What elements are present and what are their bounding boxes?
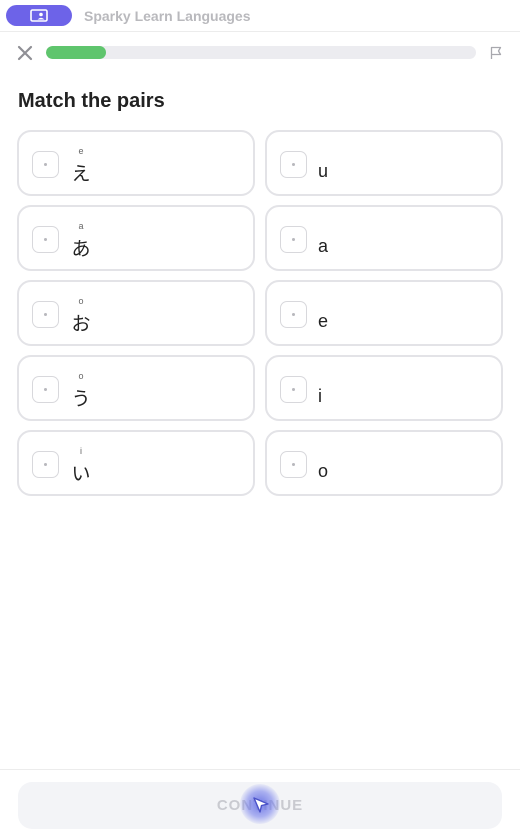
select-box <box>32 151 59 178</box>
select-box <box>280 376 307 403</box>
dot-icon <box>292 388 295 391</box>
dot-icon <box>292 238 295 241</box>
mouse-cursor <box>240 784 280 824</box>
dot-icon <box>292 313 295 316</box>
pairs-grid: e え u a あ a o お e o う i i い o <box>17 130 503 496</box>
dot-icon <box>292 463 295 466</box>
cursor-icon <box>253 797 269 813</box>
kana-label: え <box>71 163 91 185</box>
app-title: Sparky Learn Languages <box>84 7 251 24</box>
select-box <box>280 301 307 328</box>
romaji-card-e[interactable]: e <box>265 280 503 346</box>
select-box <box>280 151 307 178</box>
kana-label: う <box>71 388 91 410</box>
progress-fill <box>46 46 107 59</box>
close-button[interactable] <box>14 42 36 64</box>
select-box <box>32 301 59 328</box>
romaji-label: e <box>318 311 329 331</box>
romaji-label: o <box>318 461 329 481</box>
select-box <box>32 451 59 478</box>
romaji-card-a[interactable]: a <box>265 205 503 271</box>
kana-card-a[interactable]: a あ <box>17 205 255 271</box>
dot-icon <box>292 163 295 166</box>
select-box <box>280 226 307 253</box>
kana-label: い <box>71 463 91 485</box>
romaji-hint: o <box>78 371 84 381</box>
kana-card-e[interactable]: e え <box>17 130 255 196</box>
app-window-icon <box>30 9 48 22</box>
romaji-hint: o <box>78 296 84 306</box>
report-button[interactable] <box>486 43 506 63</box>
select-box <box>32 376 59 403</box>
close-icon <box>17 45 33 61</box>
progress-bar <box>46 46 476 59</box>
kana-card-o[interactable]: o お <box>17 280 255 346</box>
flag-icon <box>490 46 502 59</box>
romaji-card-u[interactable]: u <box>265 130 503 196</box>
kana-card-i[interactable]: i い <box>17 430 255 496</box>
kana-label: あ <box>71 238 91 260</box>
romaji-hint: i <box>80 446 82 456</box>
dot-icon <box>44 238 47 241</box>
title-bar: Sparky Learn Languages <box>0 0 520 32</box>
romaji-label: u <box>318 161 329 181</box>
romaji-card-i[interactable]: i <box>265 355 503 421</box>
dot-icon <box>44 463 47 466</box>
romaji-label: a <box>318 236 329 256</box>
select-box <box>32 226 59 253</box>
romaji-hint: e <box>78 146 84 156</box>
dot-icon <box>44 388 47 391</box>
romaji-hint: a <box>78 221 84 231</box>
romaji-card-o[interactable]: o <box>265 430 503 496</box>
app-badge[interactable] <box>6 5 72 26</box>
select-box <box>280 451 307 478</box>
dot-icon <box>44 313 47 316</box>
exercise-prompt: Match the pairs <box>18 90 165 112</box>
kana-label: お <box>71 313 91 335</box>
lesson-header <box>0 32 520 72</box>
dot-icon <box>44 163 47 166</box>
kana-card-u[interactable]: o う <box>17 355 255 421</box>
romaji-label: i <box>318 386 322 406</box>
